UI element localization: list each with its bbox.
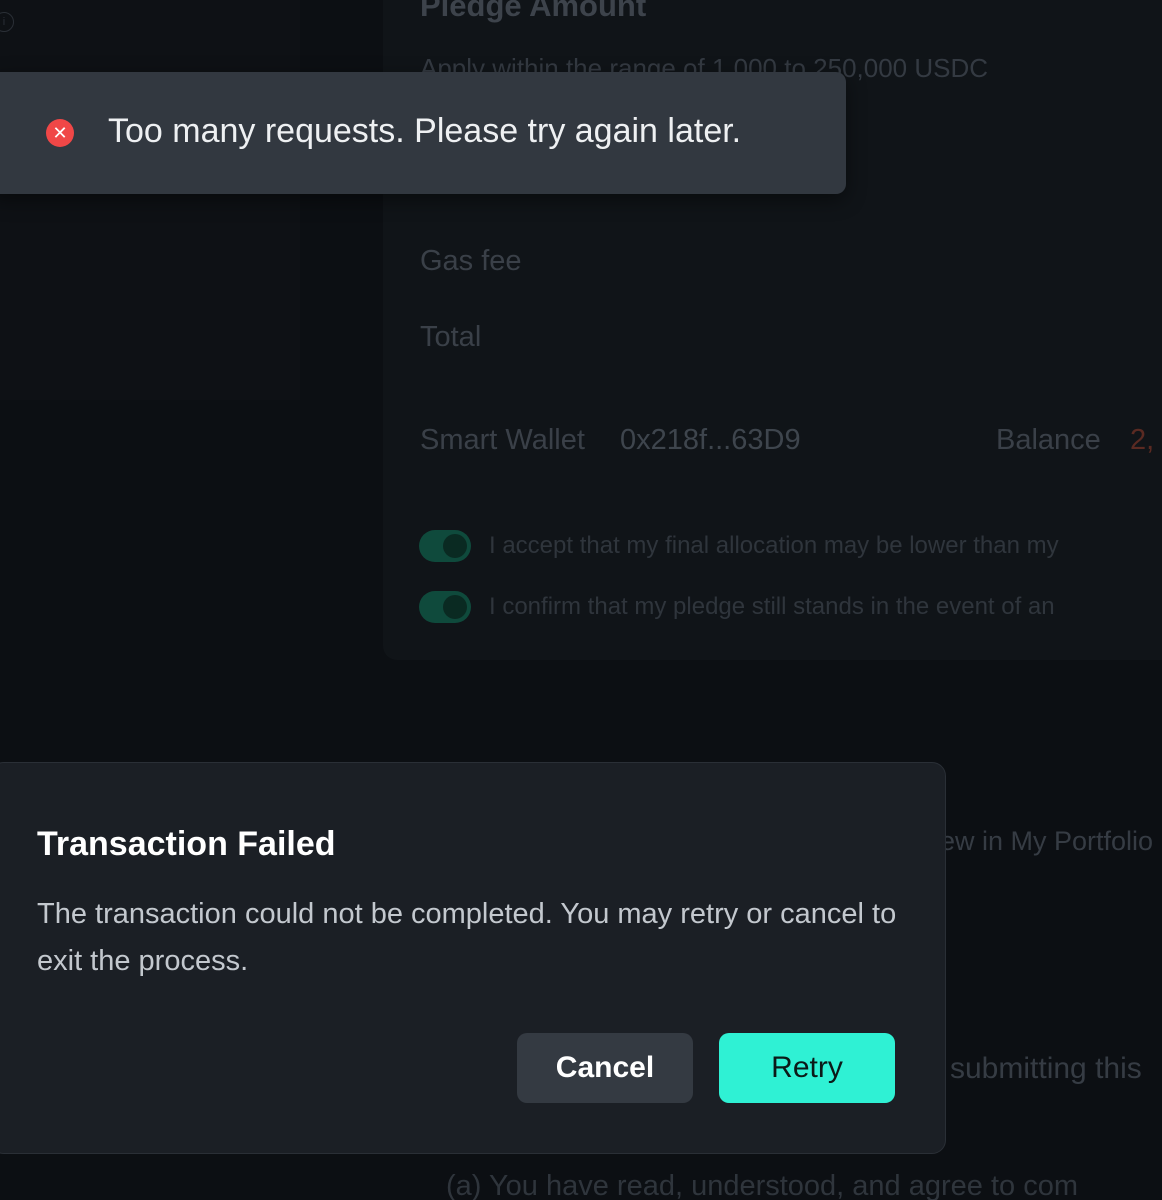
gas-fee-label: Gas fee bbox=[420, 245, 522, 277]
agreement-text: (a) You have read, understood, and agree… bbox=[446, 1170, 1078, 1200]
retry-button[interactable]: Retry bbox=[719, 1033, 895, 1103]
page: i Pledge Amount Apply within the range o… bbox=[0, 0, 1162, 1200]
error-toast: ✕ Too many requests. Please try again la… bbox=[0, 72, 846, 194]
balance-label: Balance bbox=[996, 424, 1101, 456]
allocation-toggle[interactable] bbox=[419, 530, 471, 562]
view-portfolio-link[interactable]: ew in My Portfolio bbox=[940, 826, 1153, 857]
submitting-text: submitting this bbox=[950, 1052, 1142, 1085]
left-panel bbox=[0, 0, 300, 400]
total-label: Total bbox=[420, 321, 482, 353]
dialog-title: Transaction Failed bbox=[37, 825, 336, 863]
allocation-toggle-label: I accept that my final allocation may be… bbox=[489, 532, 1059, 559]
toast-message: Too many requests. Please try again late… bbox=[108, 112, 742, 150]
smart-wallet-label: Smart Wallet bbox=[420, 424, 585, 456]
transaction-failed-dialog: Transaction Failed The transaction could… bbox=[0, 762, 946, 1154]
balance-value: 2, bbox=[1130, 424, 1155, 456]
cancel-button[interactable]: Cancel bbox=[517, 1033, 693, 1103]
pledge-stands-toggle-label: I confirm that my pledge still stands in… bbox=[489, 593, 1055, 620]
pledge-stands-toggle[interactable] bbox=[419, 591, 471, 623]
dialog-message: The transaction could not be completed. … bbox=[37, 898, 897, 977]
wallet-address: 0x218f...63D9 bbox=[620, 424, 801, 456]
pledge-amount-title: Pledge Amount bbox=[420, 0, 647, 23]
error-icon: ✕ bbox=[46, 119, 74, 147]
